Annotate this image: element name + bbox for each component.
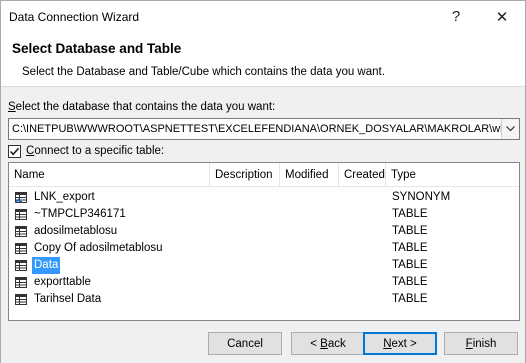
wizard-header: Select Database and Table Select the Dat… — [1, 32, 525, 87]
row-type: TABLE — [392, 242, 428, 254]
table-row[interactable]: ~TMPCLP346171 TABLE — [9, 206, 519, 223]
finish-button-accesskey: F — [465, 337, 473, 350]
connect-label-text: onnect to a specific table: — [34, 145, 165, 157]
back-button[interactable]: < Back — [291, 332, 365, 355]
row-name: LNK_export — [34, 191, 95, 203]
back-button-accesskey: B — [320, 337, 328, 350]
page-title: Select Database and Table — [12, 41, 182, 56]
row-name-cell: adosilmetablosu — [15, 223, 119, 240]
row-name: Data — [32, 257, 61, 274]
table-list[interactable]: Name Description Modified Created Type L… — [8, 162, 520, 321]
back-button-label: ack — [327, 337, 346, 350]
database-path: C:\INETPUB\WWWROOT\ASPNETTEST\EXCELEFEND… — [12, 123, 502, 135]
next-button[interactable]: Next > — [363, 332, 437, 355]
cancel-button[interactable]: Cancel — [208, 332, 282, 355]
row-name: Copy Of adosilmetablosu — [34, 242, 163, 254]
row-type: TABLE — [392, 259, 428, 271]
data-connection-wizard-window: Data Connection Wizard ? ✕ Select Databa… — [0, 0, 526, 363]
connect-to-table-label: Connect to a specific table: — [26, 145, 164, 157]
row-name: ~TMPCLP346171 — [34, 208, 126, 220]
database-label-accesskey: S — [8, 101, 16, 113]
chevron-down-icon[interactable] — [501, 119, 519, 139]
column-header-modified[interactable]: Modified — [280, 163, 339, 187]
row-type: TABLE — [392, 276, 428, 288]
table-row[interactable]: Tarihsel Data TABLE — [9, 291, 519, 308]
synonym-icon — [15, 192, 27, 203]
row-type: TABLE — [392, 293, 428, 305]
checkmark-icon — [9, 147, 20, 155]
database-label: Select the database that contains the da… — [8, 101, 275, 113]
row-name-cell: Tarihsel Data — [15, 291, 103, 308]
column-header-name[interactable]: Name — [9, 163, 210, 187]
row-name: exporttable — [34, 276, 91, 288]
row-name-cell: LNK_export — [15, 189, 97, 206]
table-row-selected[interactable]: Data TABLE — [9, 257, 519, 274]
table-icon — [15, 277, 27, 288]
table-icon — [15, 294, 27, 305]
database-label-text: elect the database that contains the dat… — [15, 101, 276, 113]
connect-to-table-option[interactable]: Connect to a specific table: — [8, 143, 164, 159]
title-bar: Data Connection Wizard ? ✕ — [1, 1, 525, 32]
page-subtitle: Select the Database and Table/Cube which… — [22, 66, 385, 78]
table-list-header: Name Description Modified Created Type — [9, 163, 519, 187]
row-type: TABLE — [392, 208, 428, 220]
column-header-created[interactable]: Created — [339, 163, 386, 187]
button-bar: Cancel < Back Next > Finish — [1, 326, 525, 363]
table-row[interactable]: adosilmetablosu TABLE — [9, 223, 519, 240]
connect-to-table-checkbox[interactable] — [8, 144, 21, 158]
table-icon — [15, 260, 27, 271]
back-button-prefix: < — [310, 337, 321, 350]
row-type: TABLE — [392, 225, 428, 237]
row-name: Tarihsel Data — [34, 293, 102, 305]
finish-button-label: inish — [472, 337, 497, 350]
row-type: SYNONYM — [392, 191, 451, 203]
row-name-cell: exporttable — [15, 274, 93, 291]
table-icon — [15, 243, 27, 254]
row-name-cell: Copy Of adosilmetablosu — [15, 240, 164, 257]
next-button-label: ext > — [391, 337, 417, 350]
column-header-description[interactable]: Description — [210, 163, 280, 187]
table-row[interactable]: exporttable TABLE — [9, 274, 519, 291]
column-header-type[interactable]: Type — [386, 163, 519, 187]
next-button-accesskey: N — [383, 337, 392, 350]
row-name-cell: ~TMPCLP346171 — [15, 206, 128, 223]
help-button[interactable]: ? — [433, 1, 479, 32]
table-row[interactable]: LNK_export SYNONYM — [9, 189, 519, 206]
row-name: adosilmetablosu — [34, 225, 118, 237]
table-icon — [15, 209, 27, 220]
close-button[interactable]: ✕ — [479, 1, 525, 32]
finish-button[interactable]: Finish — [444, 332, 518, 355]
table-row[interactable]: Copy Of adosilmetablosu TABLE — [9, 240, 519, 257]
cancel-button-label: Cancel — [227, 337, 263, 350]
database-select[interactable]: C:\INETPUB\WWWROOT\ASPNETTEST\EXCELEFEND… — [8, 118, 520, 140]
table-icon — [15, 226, 27, 237]
window-title: Data Connection Wizard — [9, 10, 140, 24]
row-name-cell: Data — [15, 257, 61, 274]
